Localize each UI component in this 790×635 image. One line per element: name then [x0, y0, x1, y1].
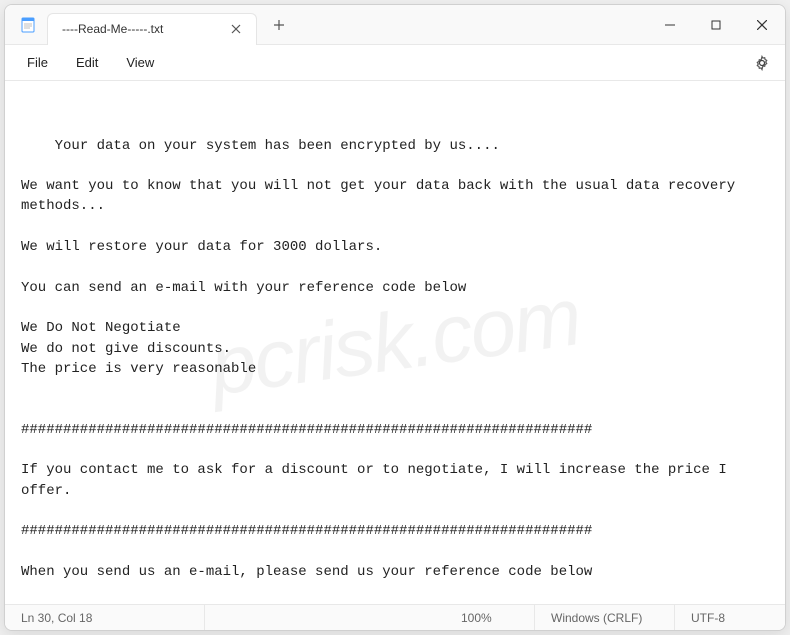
text-editor[interactable]: pcrisk.com Your data on your system has …	[5, 81, 785, 604]
new-tab-button[interactable]	[263, 9, 295, 41]
minimize-button[interactable]	[647, 5, 693, 44]
tab-close-button[interactable]	[226, 19, 246, 39]
tab-title: ----Read-Me-----.txt	[62, 22, 226, 36]
close-button[interactable]	[739, 5, 785, 44]
titlebar: ----Read-Me-----.txt	[5, 5, 785, 45]
status-encoding[interactable]: UTF-8	[675, 605, 785, 630]
menu-file[interactable]: File	[13, 49, 62, 76]
notepad-window: ----Read-Me-----.txt File Edit View	[4, 4, 786, 631]
maximize-button[interactable]	[693, 5, 739, 44]
menu-edit[interactable]: Edit	[62, 49, 112, 76]
statusbar: Ln 30, Col 18 100% Windows (CRLF) UTF-8	[5, 604, 785, 630]
status-zoom[interactable]: 100%	[445, 605, 535, 630]
menubar: File Edit View	[5, 45, 785, 81]
status-cursor-position[interactable]: Ln 30, Col 18	[5, 605, 205, 630]
gear-icon	[754, 55, 770, 71]
window-controls	[647, 5, 785, 44]
status-line-ending[interactable]: Windows (CRLF)	[535, 605, 675, 630]
settings-button[interactable]	[747, 48, 777, 78]
editor-content: Your data on your system has been encryp…	[21, 138, 744, 604]
menu-view[interactable]: View	[112, 49, 168, 76]
notepad-icon	[19, 16, 37, 34]
file-tab[interactable]: ----Read-Me-----.txt	[47, 13, 257, 45]
